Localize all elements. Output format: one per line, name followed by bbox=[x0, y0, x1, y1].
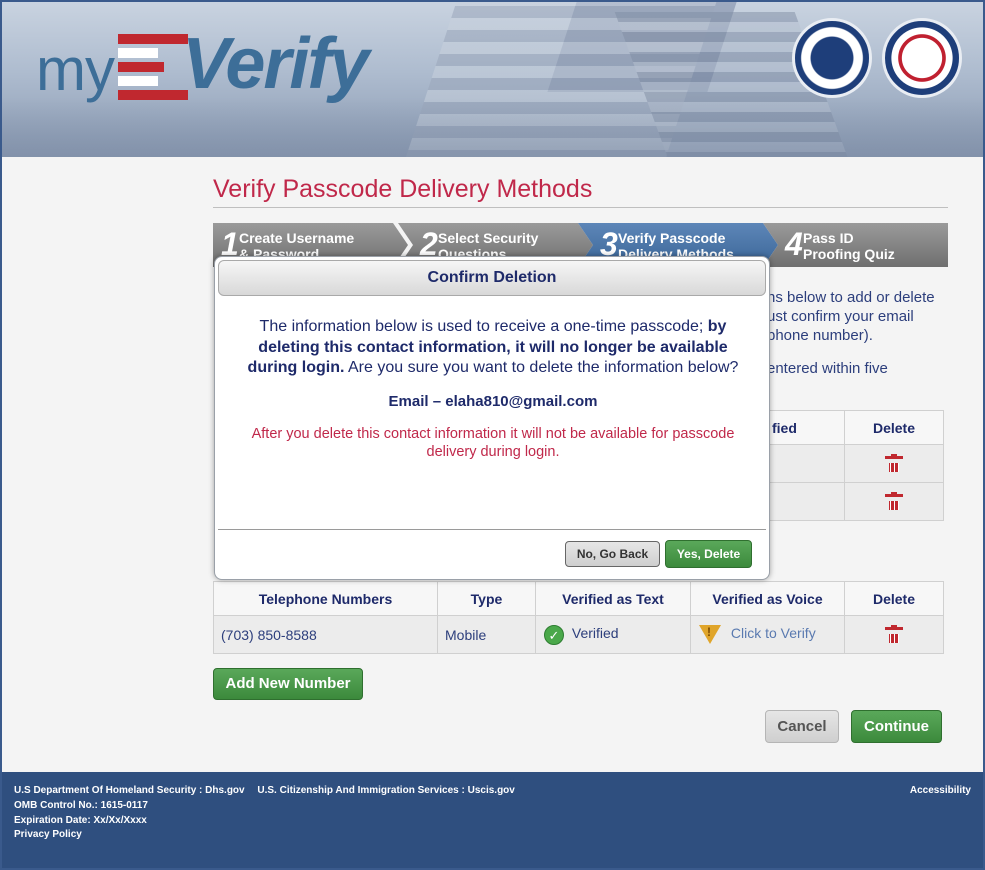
title-divider bbox=[213, 207, 948, 208]
delete-trash-icon[interactable] bbox=[885, 491, 903, 512]
phone-table: Telephone Numbers Type Verified as Text … bbox=[213, 581, 944, 654]
dhs-seal-icon bbox=[792, 18, 872, 98]
logo-e-icon bbox=[117, 34, 188, 100]
accessibility-link[interactable]: Accessibility bbox=[910, 785, 971, 796]
uscis-link[interactable]: U.S. Citizenship And Immigration Service… bbox=[257, 785, 514, 796]
email-verified-header: fied bbox=[767, 410, 845, 445]
page-title: Verify Passcode Delivery Methods bbox=[213, 175, 593, 203]
verified-check-icon: ✓ bbox=[544, 624, 564, 645]
logo-verify-text: Verify bbox=[181, 24, 369, 104]
dialog-title: Confirm Deletion bbox=[218, 260, 766, 296]
no-go-back-button[interactable]: No, Go Back bbox=[565, 541, 660, 567]
ssa-seal-icon bbox=[882, 18, 962, 98]
header-delete: Delete bbox=[844, 581, 944, 616]
warning-icon: ! bbox=[699, 625, 721, 644]
site-footer: U.S Department Of Homeland Security : Dh… bbox=[2, 772, 983, 868]
table-row bbox=[767, 444, 944, 483]
header-telephone: Telephone Numbers bbox=[213, 581, 438, 616]
delete-trash-icon[interactable] bbox=[885, 453, 903, 474]
dhs-link[interactable]: U.S Department Of Homeland Security : Dh… bbox=[14, 785, 245, 796]
instruction-text: ust confirm your email bbox=[767, 308, 914, 325]
instruction-text: ns below to add or delete bbox=[767, 289, 935, 306]
expiration-date: Expiration Date: Xx/Xx/Xxxx bbox=[14, 815, 147, 826]
continue-button[interactable]: Continue bbox=[851, 710, 942, 743]
logo-my-text: my bbox=[36, 36, 115, 103]
cancel-button[interactable]: Cancel bbox=[765, 710, 839, 743]
dialog-message: The information below is used to receive… bbox=[247, 318, 739, 376]
email-delete-header: Delete bbox=[844, 410, 944, 445]
confirm-deletion-dialog: Confirm Deletion The information below i… bbox=[214, 256, 770, 580]
omb-control: OMB Control No.: 1615-0117 bbox=[14, 800, 148, 811]
click-to-verify-link[interactable]: Click to Verify bbox=[731, 625, 816, 641]
dialog-email-line: Email – elaha810@gmail.com bbox=[388, 393, 598, 410]
table-row: (703) 850-8588 Mobile ✓ Verified ! Click… bbox=[213, 615, 944, 654]
table-row bbox=[767, 482, 944, 521]
header-verified-text: Verified as Text bbox=[535, 581, 691, 616]
header-verified-voice: Verified as Voice bbox=[690, 581, 845, 616]
step-id-proofing-quiz: 4 Pass ID Proofing Quiz bbox=[763, 223, 948, 267]
header-type: Type bbox=[437, 581, 536, 616]
instruction-text: entered within five bbox=[767, 360, 888, 377]
myeverify-logo[interactable]: my Verify bbox=[36, 24, 369, 104]
text-verified-status: Verified bbox=[571, 625, 619, 642]
email-table: fied Delete bbox=[767, 410, 944, 521]
dialog-warning-text: After you delete this contact informatio… bbox=[251, 426, 735, 460]
add-new-number-button[interactable]: Add New Number bbox=[213, 668, 363, 700]
privacy-policy-link[interactable]: Privacy Policy bbox=[14, 829, 82, 840]
phone-number: (703) 850-8588 bbox=[213, 615, 438, 654]
dialog-divider bbox=[218, 529, 766, 530]
delete-trash-icon[interactable] bbox=[885, 624, 903, 645]
phone-type: Mobile bbox=[437, 615, 536, 654]
site-header: my Verify bbox=[2, 2, 983, 157]
yes-delete-button[interactable]: Yes, Delete bbox=[665, 540, 752, 568]
instruction-text: phone number). bbox=[767, 327, 873, 344]
